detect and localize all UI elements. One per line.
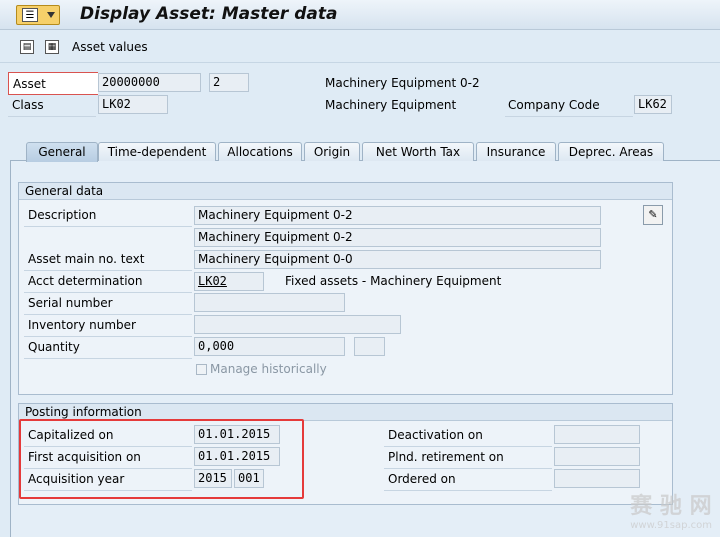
inventory-underline xyxy=(24,336,192,337)
quantity-label: Quantity xyxy=(28,340,80,354)
description-field-2[interactable]: Machinery Equipment 0-2 xyxy=(194,228,601,247)
system-menu-button[interactable]: ☰ xyxy=(16,5,60,25)
ordered-on-field[interactable] xyxy=(554,469,640,488)
acct-determination-label: Acct determination xyxy=(28,274,143,288)
quantity-unit-field[interactable] xyxy=(354,337,385,356)
inventory-number-label: Inventory number xyxy=(28,318,136,332)
acct-determination-text: Fixed assets - Machinery Equipment xyxy=(285,274,502,288)
main-no-underline xyxy=(24,270,192,271)
tab-deprec-areas[interactable]: Deprec. Areas xyxy=(558,142,664,161)
asset-number-field[interactable]: 20000000 xyxy=(98,73,201,92)
class-label: Class xyxy=(12,98,44,112)
asset-main-no-text-label: Asset main no. text xyxy=(28,252,145,266)
description-label: Description xyxy=(28,208,97,222)
acct-determination-link[interactable]: LK02 xyxy=(198,274,227,288)
asset-label: Asset xyxy=(8,72,98,95)
ordered-underline xyxy=(384,490,552,491)
class-underline xyxy=(8,116,96,117)
page-title: Display Asset: Master data xyxy=(80,4,338,24)
manage-historically-label: Manage historically xyxy=(210,362,327,376)
other-asset-icon[interactable]: ▤ xyxy=(20,40,34,54)
company-code-label: Company Code xyxy=(508,98,600,112)
long-text-icon[interactable]: ✎ xyxy=(643,205,663,225)
serial-number-label: Serial number xyxy=(28,296,113,310)
description-underline xyxy=(24,226,192,227)
deactivation-underline xyxy=(384,446,552,447)
chevron-down-icon xyxy=(47,12,55,18)
planned-retirement-label: Plnd. retirement on xyxy=(388,450,504,464)
asset-description-text: Machinery Equipment 0-2 xyxy=(325,76,480,90)
retirement-underline xyxy=(384,468,552,469)
class-description-text: Machinery Equipment xyxy=(325,98,457,112)
highlight-box xyxy=(19,419,304,499)
serial-number-field[interactable] xyxy=(194,293,345,312)
tab-time-dependent[interactable]: Time-dependent xyxy=(98,142,216,161)
tab-insurance[interactable]: Insurance xyxy=(476,142,556,161)
deactivation-on-label: Deactivation on xyxy=(388,428,483,442)
class-field[interactable]: LK02 xyxy=(98,95,168,114)
asset-values-button[interactable]: Asset values xyxy=(72,40,148,54)
asset-main-no-text-field[interactable]: Machinery Equipment 0-0 xyxy=(194,250,601,269)
company-code-field[interactable]: LK62 xyxy=(634,95,672,114)
planned-retirement-field[interactable] xyxy=(554,447,640,466)
asset-values-icon[interactable]: ▦ xyxy=(45,40,59,54)
quantity-underline xyxy=(24,358,192,359)
acct-determination-field[interactable]: LK02 xyxy=(194,272,264,291)
sap-menu-icon: ☰ xyxy=(22,8,38,22)
general-data-title: General data xyxy=(19,183,672,200)
quantity-field[interactable]: 0,000 xyxy=(194,337,345,356)
company-code-underline xyxy=(505,116,633,117)
asset-subnumber-field[interactable]: 2 xyxy=(209,73,249,92)
deactivation-on-field[interactable] xyxy=(554,425,640,444)
ordered-on-label: Ordered on xyxy=(388,472,456,486)
inventory-number-field[interactable] xyxy=(194,315,401,334)
tab-origin[interactable]: Origin xyxy=(304,142,360,161)
acct-underline xyxy=(24,292,192,293)
tab-allocations[interactable]: Allocations xyxy=(218,142,302,161)
description-field-1[interactable]: Machinery Equipment 0-2 xyxy=(194,206,601,225)
tab-net-worth-tax[interactable]: Net Worth Tax xyxy=(362,142,474,161)
serial-underline xyxy=(24,314,192,315)
manage-historically-checkbox[interactable] xyxy=(196,364,207,375)
tab-general[interactable]: General xyxy=(26,142,98,162)
watermark: 赛 驰 网 www.91sap.com xyxy=(630,494,712,531)
